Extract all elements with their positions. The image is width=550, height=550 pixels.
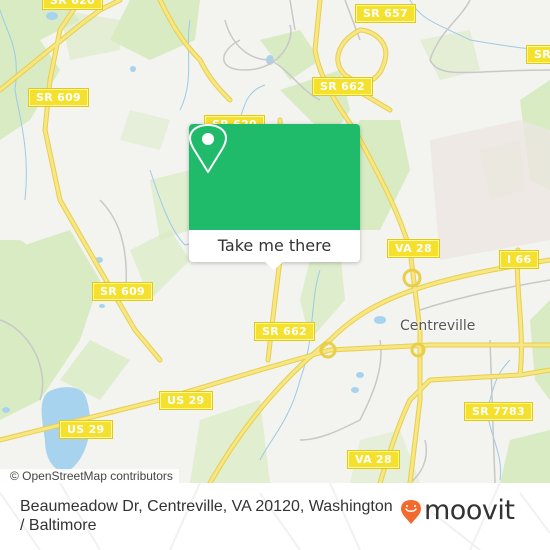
road-shield-sr-edge: SR <box>526 45 550 64</box>
road-shield-us-29-east: US 29 <box>159 391 213 410</box>
popup-header <box>189 124 360 230</box>
road-shield-sr-662-north: SR 662 <box>312 77 373 96</box>
road-shield-va-28-south: VA 28 <box>347 450 400 469</box>
place-label-centreville: Centreville <box>400 318 476 334</box>
map-attribution[interactable]: © OpenStreetMap contributors <box>0 469 179 483</box>
road-shield-sr-609-north: SR 609 <box>28 88 89 107</box>
moovit-pin-icon <box>401 500 421 524</box>
map-view[interactable]: SR 620 SR 657 SR 609 SR 662 SR 620 SR VA… <box>0 0 550 483</box>
popup-pointer <box>265 262 283 270</box>
location-popup: Take me there <box>189 124 360 270</box>
road-shield-us-29-west: US 29 <box>59 420 113 439</box>
footer: Beaumeadow Dr, Centreville, VA 20120, Wa… <box>0 483 550 550</box>
road-shield-i-66: I 66 <box>498 250 540 269</box>
road-shield-va-28-north: VA 28 <box>387 239 440 258</box>
road-shield-sr-657: SR 657 <box>355 4 416 23</box>
urban-area <box>430 120 550 260</box>
take-me-there-button[interactable]: Take me there <box>189 230 360 262</box>
address-text: Beaumeadow Dr, Centreville, VA 20120, Wa… <box>20 498 393 534</box>
map-pin-icon <box>189 124 227 173</box>
road-shield-sr-609-south: SR 609 <box>92 282 153 301</box>
road-shield-sr-620-top: SR 620 <box>42 0 103 10</box>
road-shield-sr-662-south: SR 662 <box>254 322 315 341</box>
road-shield-sr-7783: SR 7783 <box>464 402 533 421</box>
moovit-logo-text: moovit <box>424 495 515 526</box>
